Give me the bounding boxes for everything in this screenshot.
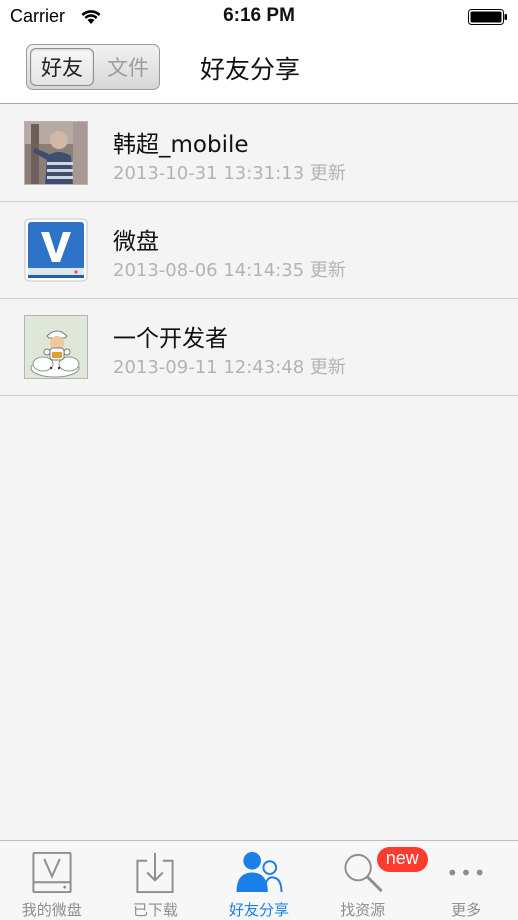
tab-label: 找资源 [340,901,386,919]
tab-label: 我的微盘 [21,901,82,919]
list-item[interactable]: 微盘 2013-08-06 14:14:35 更新 [0,202,518,299]
item-name: 一个开发者 [113,326,228,352]
tab-friend-share[interactable]: 好友分享 [207,841,311,920]
friend-share-list: 韩超_mobile 2013-10-31 13:31:13 更新 微盘 2013… [0,105,518,396]
vdisk-logo-icon [24,218,88,282]
tab-my-vdisk[interactable]: 我的微盘 [0,841,104,920]
download-tray-icon [136,852,174,894]
tab-label: 已下载 [132,901,178,919]
tab-find-resources[interactable]: 找资源 new [311,841,428,920]
segmented-control: 好友 文件 [26,44,160,90]
status-bar: Carrier 6:16 PM [0,0,518,34]
item-updated-time: 2013-08-06 14:14:35 更新 [113,260,346,281]
page-title: 好友分享 [200,55,301,84]
item-updated-time: 2013-09-11 12:43:48 更新 [113,357,346,378]
friends-icon [236,851,283,893]
tab-bar: 我的微盘 已下载 好友分享 找资源 new 更多 [0,840,518,920]
photo-avatar-icon [24,121,88,185]
segment-files[interactable]: 文件 [97,45,159,89]
tab-downloaded[interactable]: 已下载 [104,841,208,920]
segment-friends[interactable]: 好友 [30,48,94,86]
more-dots-icon [449,869,483,876]
tab-label: 更多 [451,901,482,919]
tab-label: 好友分享 [228,901,289,919]
mario-avatar-icon [24,315,88,379]
tab-more[interactable]: 更多 [414,841,518,920]
battery-icon [468,9,507,25]
item-updated-time: 2013-10-31 13:31:13 更新 [113,163,346,184]
list-item[interactable]: 一个开发者 2013-09-11 12:43:48 更新 [0,299,518,396]
status-time: 6:16 PM [223,5,295,26]
list-item[interactable]: 韩超_mobile 2013-10-31 13:31:13 更新 [0,105,518,202]
vdisk-drive-icon [32,851,72,894]
navigation-bar: 好友 文件 好友分享 [0,34,518,104]
item-name: 微盘 [113,229,159,255]
item-name: 韩超_mobile [113,132,249,158]
